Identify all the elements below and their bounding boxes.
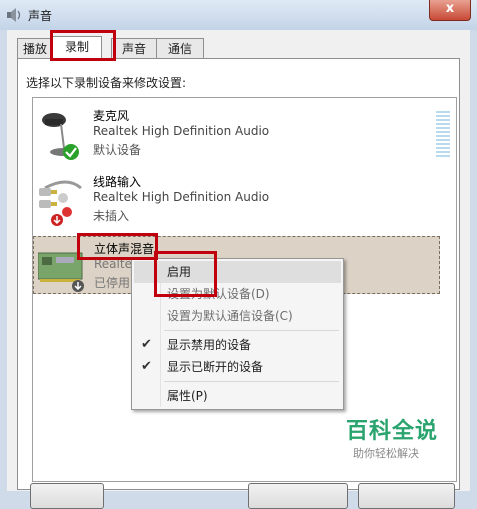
tab-communications[interactable]: 通信 bbox=[156, 38, 204, 59]
level-meter bbox=[436, 111, 450, 159]
set-default-button[interactable] bbox=[248, 483, 348, 509]
device-status: 未插入 bbox=[93, 209, 130, 223]
device-name: 线路输入 bbox=[93, 175, 142, 189]
watermark: 百科全说 助你轻松解决 bbox=[338, 413, 448, 465]
instruction-text: 选择以下录制设备来修改设置: bbox=[26, 76, 187, 90]
menu-separator bbox=[164, 381, 339, 382]
line-in-cable-icon bbox=[39, 180, 82, 226]
device-status: 默认设备 bbox=[93, 143, 142, 157]
speaker-icon bbox=[7, 8, 21, 22]
highlight-stereo-mix bbox=[77, 233, 158, 260]
menu-item-properties[interactable]: 属性(P) bbox=[134, 385, 341, 407]
window-title: 声音 bbox=[28, 9, 53, 23]
menu-item-set-default-comm[interactable]: 设置为默认通信设备(C) bbox=[134, 305, 341, 327]
device-item-microphone[interactable]: 麦克风 Realtek High Definition Audio 默认设备 bbox=[33, 104, 450, 162]
device-driver: Realtek High Definition Audio bbox=[93, 190, 270, 204]
device-status: 已停用 bbox=[94, 276, 131, 290]
tab-sounds[interactable]: 声音 bbox=[111, 38, 157, 59]
configure-button[interactable] bbox=[30, 483, 104, 509]
microphone-icon bbox=[42, 113, 79, 160]
tab-playback[interactable]: 播放 bbox=[17, 38, 53, 59]
highlight-enable-item bbox=[154, 251, 217, 297]
menu-item-show-disabled[interactable]: ✔ 显示禁用的设备 bbox=[134, 334, 341, 356]
device-item-line-in[interactable]: 线路输入 Realtek High Definition Audio 未插入 bbox=[33, 170, 440, 228]
check-icon: ✔ bbox=[141, 337, 152, 352]
device-driver: Realtek High Definition Audio bbox=[93, 124, 270, 138]
check-icon: ✔ bbox=[141, 359, 152, 374]
properties-button[interactable] bbox=[358, 483, 455, 509]
green-check-badge bbox=[63, 144, 79, 160]
close-button[interactable]: x bbox=[429, 0, 471, 21]
highlight-recording-tab bbox=[50, 30, 116, 61]
device-name: 麦克风 bbox=[93, 109, 130, 123]
watermark-title: 百科全说 bbox=[346, 419, 439, 444]
watermark-subtitle: 助你轻松解决 bbox=[353, 447, 419, 460]
menu-separator bbox=[164, 330, 339, 331]
title-bar: 声音 x bbox=[0, 0, 477, 30]
menu-item-show-disconnected[interactable]: ✔ 显示已断开的设备 bbox=[134, 356, 341, 378]
